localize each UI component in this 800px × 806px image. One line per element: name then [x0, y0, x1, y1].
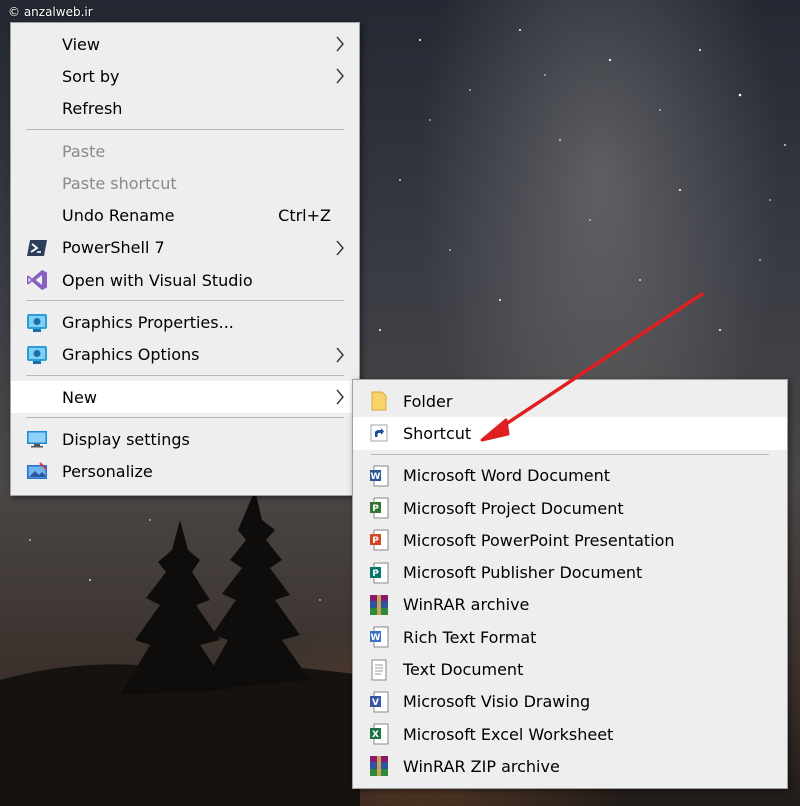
powershell-icon [26, 237, 48, 259]
menu-item-label: WinRAR ZIP archive [403, 756, 560, 776]
menu-item-label: Paste [62, 141, 106, 161]
svg-text:P: P [372, 569, 379, 579]
menu-item-label: Display settings [62, 429, 190, 449]
intel-graphics-icon [26, 344, 48, 366]
menu-item-label: Microsoft Word Document [403, 466, 610, 486]
chevron-right-icon [336, 240, 344, 256]
keyboard-shortcut: Ctrl+Z [278, 206, 331, 226]
menu-item-personalize[interactable]: Personalize [11, 456, 359, 488]
menu-separator [11, 296, 359, 306]
winrar-archive-icon [368, 594, 390, 616]
menu-item-open-with-visual-studio[interactable]: Open with Visual Studio [11, 264, 359, 296]
powerpoint-icon: P [368, 529, 390, 551]
submenu-item-word-document[interactable]: W Microsoft Word Document [353, 460, 787, 492]
chevron-right-icon [336, 68, 344, 84]
submenu-item-folder[interactable]: Folder [353, 385, 787, 417]
project-document-icon: P [368, 497, 390, 519]
menu-item-display-settings[interactable]: Display settings [11, 423, 359, 455]
menu-item-label: Shortcut [403, 423, 472, 443]
intel-graphics-icon [26, 312, 48, 334]
tree-silhouette [0, 490, 360, 806]
folder-icon [368, 390, 390, 412]
menu-item-refresh[interactable]: Refresh [11, 93, 359, 125]
menu-item-label: Microsoft Publisher Document [403, 563, 643, 583]
menu-item-graphics-options[interactable]: Graphics Options [11, 339, 359, 371]
menu-item-label: PowerShell 7 [62, 238, 165, 258]
submenu-item-project-document[interactable]: P Microsoft Project Document [353, 492, 787, 524]
chevron-right-icon [336, 347, 344, 363]
watermark-text: © anzalweb.ir [8, 5, 93, 19]
menu-item-label: New [62, 387, 97, 407]
text-document-icon [368, 659, 390, 681]
svg-text:P: P [372, 536, 379, 546]
svg-text:V: V [372, 698, 379, 708]
menu-item-graphics-properties[interactable]: Graphics Properties... [11, 306, 359, 338]
menu-item-label: Graphics Properties... [62, 313, 234, 333]
menu-item-sort-by[interactable]: Sort by [11, 60, 359, 92]
chevron-right-icon [336, 36, 344, 52]
submenu-item-winrar-zip-archive[interactable]: WinRAR ZIP archive [353, 750, 787, 782]
publisher-document-icon: P [368, 562, 390, 584]
submenu-item-publisher-document[interactable]: P Microsoft Publisher Document [353, 556, 787, 588]
menu-item-label: Microsoft PowerPoint Presentation [403, 530, 675, 550]
submenu-item-winrar-archive[interactable]: WinRAR archive [353, 589, 787, 621]
menu-item-powershell-7[interactable]: PowerShell 7 [11, 232, 359, 264]
menu-item-label: WinRAR archive [403, 595, 530, 615]
menu-item-label: Undo Rename [62, 206, 175, 226]
menu-item-label: Text Document [403, 660, 524, 680]
svg-text:W: W [371, 472, 381, 482]
menu-item-label: Refresh [62, 99, 123, 119]
menu-item-label: Personalize [62, 462, 153, 482]
menu-item-new[interactable]: New [11, 380, 359, 414]
menu-item-label: Rich Text Format [403, 627, 537, 647]
svg-text:W: W [371, 633, 381, 643]
menu-separator [11, 371, 359, 381]
winrar-zip-icon [368, 755, 390, 777]
submenu-item-excel-worksheet[interactable]: X Microsoft Excel Worksheet [353, 718, 787, 750]
menu-item-label: View [62, 34, 100, 54]
personalize-icon [26, 461, 48, 483]
submenu-item-visio-drawing[interactable]: V Microsoft Visio Drawing [353, 686, 787, 718]
menu-item-label: Microsoft Project Document [403, 498, 624, 518]
menu-item-label: Microsoft Excel Worksheet [403, 724, 614, 744]
svg-text:P: P [372, 504, 379, 514]
menu-separator [353, 450, 787, 460]
new-submenu: Folder Shortcut W Microsoft Word Documen… [352, 379, 788, 789]
menu-item-label: Graphics Options [62, 345, 200, 365]
menu-separator [11, 125, 359, 135]
visio-drawing-icon: V [368, 691, 390, 713]
rich-text-icon: W [368, 626, 390, 648]
menu-item-paste-shortcut: Paste shortcut [11, 167, 359, 199]
menu-item-view[interactable]: View [11, 28, 359, 60]
menu-item-undo-rename[interactable]: Undo Rename Ctrl+Z [11, 199, 359, 231]
submenu-item-text-document[interactable]: Text Document [353, 653, 787, 685]
svg-text:X: X [372, 730, 379, 740]
shortcut-icon [368, 422, 390, 444]
desktop-context-menu: View Sort by Refresh Paste Paste shortcu… [10, 22, 360, 496]
menu-separator [11, 413, 359, 423]
word-document-icon: W [368, 465, 390, 487]
visual-studio-icon [26, 269, 48, 291]
menu-item-label: Open with Visual Studio [62, 270, 253, 290]
menu-item-label: Sort by [62, 66, 120, 86]
submenu-item-shortcut[interactable]: Shortcut [353, 417, 787, 450]
menu-item-label: Microsoft Visio Drawing [403, 692, 591, 712]
menu-item-paste: Paste [11, 135, 359, 167]
menu-item-label: Folder [403, 391, 453, 411]
excel-worksheet-icon: X [368, 723, 390, 745]
submenu-item-powerpoint-presentation[interactable]: P Microsoft PowerPoint Presentation [353, 524, 787, 556]
submenu-item-rich-text-format[interactable]: W Rich Text Format [353, 621, 787, 653]
chevron-right-icon [336, 389, 344, 405]
display-icon [26, 428, 48, 450]
menu-item-label: Paste shortcut [62, 173, 177, 193]
